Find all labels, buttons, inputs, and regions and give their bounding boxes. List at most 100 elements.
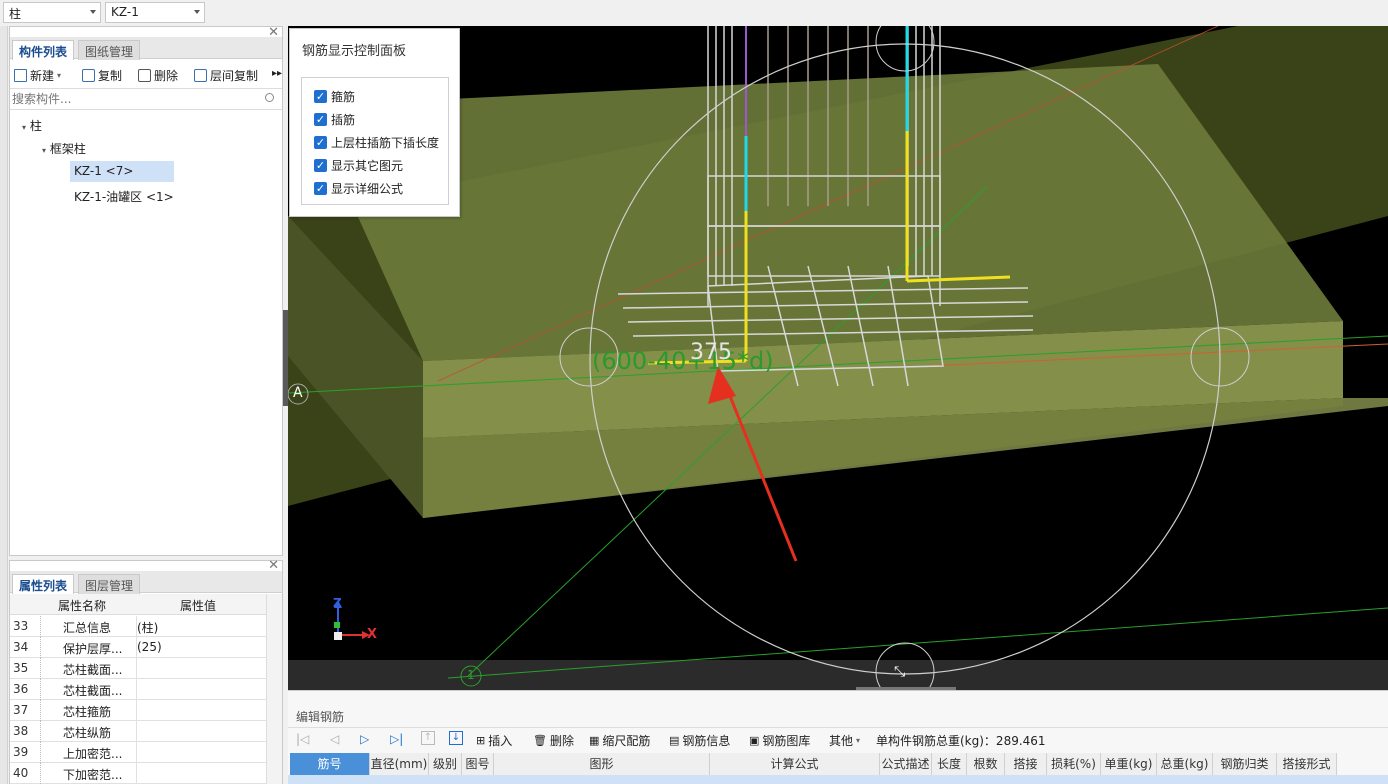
first-record-icon[interactable]: |◁ [296, 732, 309, 746]
column-header[interactable]: 单重(kg) [1101, 753, 1157, 775]
option-show-other-label: 显示其它图元 [331, 159, 404, 173]
delete-label: 删除 [154, 69, 179, 83]
column-header[interactable]: 级别 [429, 753, 462, 775]
property-row[interactable]: 34 保护层厚... (25) [10, 637, 266, 658]
option-dowel[interactable]: ✓ 插筋 [314, 111, 355, 128]
tree-item-kz1-tank[interactable]: KZ-1-油罐区 <1> [74, 188, 174, 205]
column-header[interactable]: 搭接 [1005, 753, 1047, 775]
last-record-icon[interactable]: ▷| [390, 732, 403, 746]
tab-drawing-manage[interactable]: 图纸管理 [78, 40, 141, 60]
column-header[interactable]: 图号 [462, 753, 494, 775]
rebar-table-first-row[interactable] [288, 775, 1388, 784]
tree-node-column[interactable]: ▾ 柱 [22, 117, 42, 134]
rebar-info-button[interactable]: ▤ 钢筋信息 [669, 732, 730, 749]
search-icon[interactable] [265, 93, 274, 102]
zoom-fit-icon[interactable]: ⤡ [894, 664, 905, 680]
column-header[interactable]: 损耗(%) [1047, 753, 1101, 775]
option-show-formula[interactable]: ✓ 显示详细公式 [314, 180, 403, 197]
property-row[interactable]: 40 下加密范... [10, 763, 266, 784]
prev-record-icon[interactable]: ◁ [330, 732, 339, 746]
property-value[interactable] [136, 658, 266, 679]
tree-line [40, 742, 41, 763]
component-name-select[interactable]: KZ-1 [105, 2, 205, 23]
copy-button[interactable]: 复制 [82, 67, 122, 84]
gizmo-origin [334, 632, 342, 640]
move-up-icon[interactable]: ↑ [421, 731, 435, 745]
control-panel-title: 钢筋显示控制面板 [302, 44, 407, 59]
column-header[interactable]: 筋号 [290, 753, 370, 775]
option-upper-dowel-length[interactable]: ✓ 上层柱插筋下插长度 [314, 134, 439, 151]
column-header[interactable]: 钢筋归类 [1213, 753, 1277, 775]
property-value[interactable] [136, 700, 266, 721]
option-show-other[interactable]: ✓ 显示其它图元 [314, 157, 403, 174]
scale-rebar-button[interactable]: ▦ 缩尺配筋 [589, 732, 650, 749]
row-number: 33 [13, 619, 29, 633]
tab-component-list[interactable]: 构件列表 [12, 40, 75, 60]
gizmo-label-x: X [367, 627, 378, 642]
tree-node-frame-column-label: 框架柱 [49, 142, 86, 156]
checkbox-checked-icon: ✓ [314, 113, 327, 126]
insert-button[interactable]: ⊞ 插入 [476, 732, 512, 749]
new-label: 新建 [30, 69, 55, 83]
rebar-library-label: 钢筋图库 [762, 734, 811, 748]
tree-item-kz1-label: KZ-1 <7> [74, 164, 134, 178]
property-row[interactable]: 35 芯柱截面... [10, 658, 266, 679]
next-record-icon[interactable]: ▷ [360, 732, 369, 746]
row-number: 37 [13, 703, 29, 717]
chevron-down-icon: ▾ [856, 736, 861, 745]
column-header[interactable]: 根数 [967, 753, 1005, 775]
header-prop-name: 属性名称 [58, 599, 107, 613]
dropdown-icon: ▾ [57, 71, 62, 80]
row-number: 40 [13, 766, 29, 780]
column-header[interactable]: 长度 [932, 753, 967, 775]
floor-copy-button[interactable]: 层间复制 [194, 67, 258, 84]
tab-layer-manage[interactable]: 图层管理 [78, 574, 141, 594]
rebar-library-button[interactable]: ▣ 钢筋图库 [749, 732, 810, 749]
more-icon[interactable]: ▸▸ [272, 68, 282, 79]
property-value[interactable] [136, 721, 266, 742]
tree-node-frame-column[interactable]: ▾ 框架柱 [42, 140, 86, 157]
column-header[interactable]: 搭接形式 [1277, 753, 1337, 775]
close-icon[interactable]: ✕ [268, 25, 279, 40]
property-name: 芯柱截面... [63, 663, 123, 677]
orbit-handle-top[interactable] [875, 26, 935, 72]
trash-icon [138, 69, 151, 82]
new-button[interactable]: 新建 ▾ [14, 67, 61, 84]
ruler-icon: ▦ [589, 734, 600, 747]
component-list-panel: 构件列表 图纸管理 ✕ 新建 ▾ 复制 删除 层间复制 ▸▸ ▾ 柱 ▾ 框架柱… [9, 25, 283, 556]
column-header[interactable]: 公式描述 [880, 753, 932, 775]
property-row[interactable]: 33 汇总信息 (柱) [10, 616, 266, 637]
column-header[interactable]: 直径(mm) [370, 753, 429, 775]
tab-property-list[interactable]: 属性列表 [12, 574, 75, 594]
column-header[interactable]: 图形 [494, 753, 710, 775]
other-menu-button[interactable]: 其他 ▾ [829, 732, 860, 749]
property-name: 上加密范... [63, 747, 123, 761]
property-value[interactable] [136, 742, 266, 763]
column-header[interactable]: 计算公式 [710, 753, 880, 775]
property-value[interactable] [136, 679, 266, 700]
property-row[interactable]: 38 芯柱纵筋 [10, 721, 266, 742]
row-number: 35 [13, 661, 29, 675]
option-stirrup[interactable]: ✓ 箍筋 [314, 88, 355, 105]
property-row[interactable]: 37 芯柱箍筋 [10, 700, 266, 721]
delete-button[interactable]: 删除 [138, 67, 178, 84]
property-panel: ✕ 属性列表 图层管理 属性名称 属性值 33 汇总信息 (柱) 34 保护层厚...(… [9, 558, 283, 784]
search-bar [10, 88, 282, 110]
property-value[interactable] [136, 763, 266, 784]
component-type-select[interactable]: 柱 [3, 2, 101, 23]
property-scrollbar[interactable] [266, 594, 282, 784]
move-down-icon[interactable]: ↓ [449, 731, 463, 745]
property-value[interactable]: (柱) [136, 616, 266, 637]
delete-rebar-button[interactable]: 🗑 删除 [533, 732, 574, 749]
property-header: 属性名称 属性值 [10, 594, 266, 615]
property-value[interactable]: (25) [136, 637, 266, 658]
property-row[interactable]: 39 上加密范... [10, 742, 266, 763]
column-header[interactable]: 总重(kg) [1157, 753, 1213, 775]
checkbox-checked-icon: ✓ [314, 159, 327, 172]
row-number: 36 [13, 682, 29, 696]
search-input[interactable] [10, 89, 250, 109]
option-stirrup-label: 箍筋 [331, 90, 356, 104]
tree-item-kz1[interactable]: KZ-1 <7> [70, 161, 174, 182]
tree-item-kz1-tank-label: KZ-1-油罐区 <1> [74, 190, 174, 204]
property-row[interactable]: 36 芯柱截面... [10, 679, 266, 700]
